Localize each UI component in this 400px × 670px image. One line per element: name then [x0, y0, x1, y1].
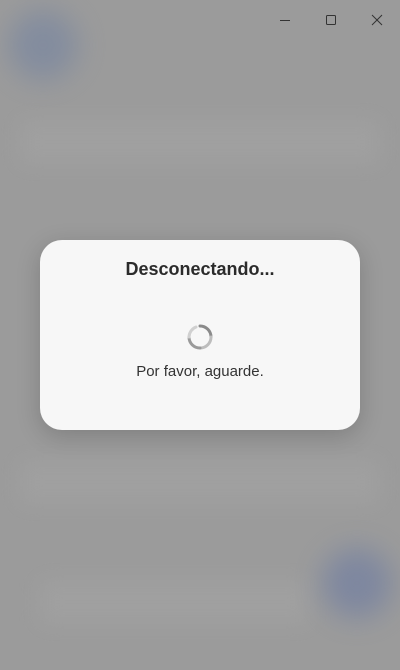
maximize-icon	[325, 14, 337, 26]
background-blur-avatar	[8, 10, 78, 80]
minimize-button[interactable]	[262, 0, 308, 40]
disconnecting-dialog: Desconectando... Por favor, aguarde.	[40, 240, 360, 430]
title-bar-controls	[262, 0, 400, 40]
loading-spinner-icon	[187, 324, 213, 355]
background-blur-floating-button	[322, 548, 392, 618]
dialog-title: Desconectando...	[125, 259, 275, 279]
background-blur-band	[20, 120, 380, 164]
dialog-message: Por favor, aguarde.	[136, 363, 264, 380]
close-icon	[371, 14, 383, 26]
background-blur-band	[40, 580, 310, 624]
minimize-icon	[279, 14, 291, 26]
maximize-button[interactable]	[308, 0, 354, 40]
close-button[interactable]	[354, 0, 400, 40]
app-window: Desconectando... Por favor, aguarde.	[0, 0, 400, 670]
background-blur-band	[20, 460, 380, 504]
